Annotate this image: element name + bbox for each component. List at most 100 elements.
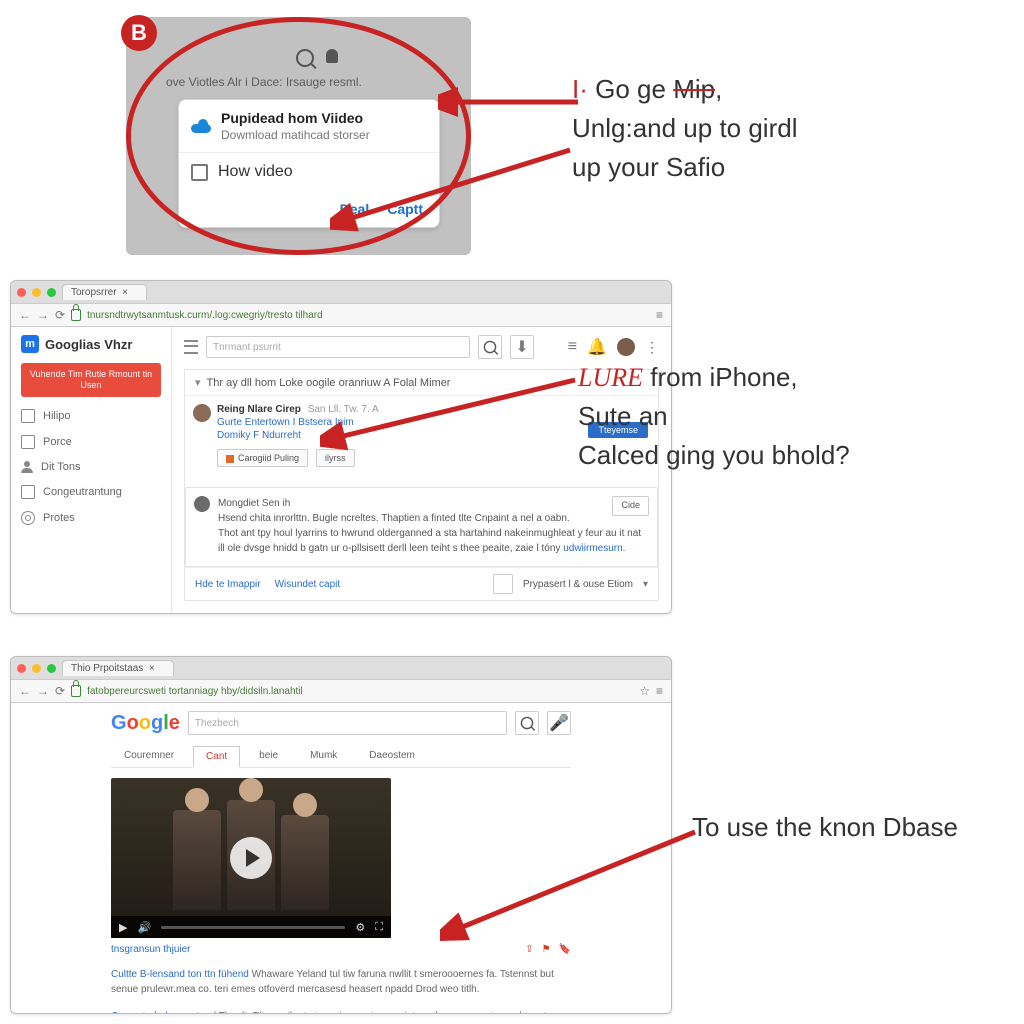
person-icon	[21, 461, 33, 473]
doc-icon	[21, 485, 35, 499]
flag-icon[interactable]: ⚑	[542, 944, 551, 955]
google-logo[interactable]: Google	[111, 712, 180, 735]
progress-bar[interactable]	[161, 926, 345, 929]
upload-dialog: Pupidead hom Viideo Dowmload matihcad st…	[178, 99, 440, 228]
search-button[interactable]	[478, 335, 502, 359]
annotation-2: LURE from iPhone, Sute an Calced ging yo…	[578, 358, 1008, 475]
sidebar: mGooglias Vhzr Vuhende Tim Rutie Rmount …	[11, 327, 172, 614]
video-player[interactable]: ▶ 🔊 ⚙ ⛶	[111, 778, 391, 938]
reload-button[interactable]: ⟳	[55, 308, 65, 322]
minimize-window-icon[interactable]	[32, 664, 41, 673]
sidebar-item-3[interactable]: Congeutrantung	[21, 485, 161, 499]
footer-link[interactable]: Hde te Imappir	[195, 579, 261, 590]
reply-body: Hsend chita inrorlttn. Bugle ncreltes. T…	[218, 511, 647, 526]
avatar	[193, 404, 211, 422]
address-bar[interactable]: fatobpereurcsweti tortanniagy hby/didsil…	[87, 686, 633, 697]
menu-icon[interactable]: ≡	[568, 338, 577, 356]
sidebar-item-2[interactable]: Dit Tons	[21, 461, 161, 473]
primary-action-button[interactable]: Vuhende Tim Rutie Rmount tin Usen	[21, 363, 161, 397]
search-area	[296, 49, 338, 67]
menu-button[interactable]: ≡	[656, 684, 663, 698]
mic-button[interactable]: 🎤	[547, 711, 571, 735]
reply-link[interactable]: udwiirmesurn.	[563, 543, 625, 554]
tab-4[interactable]: Daeostem	[356, 745, 428, 767]
reply: Mongdiet Sen ih Cide Hsend chita inrorlt…	[185, 487, 658, 567]
doc-icon	[21, 435, 35, 449]
forward-button[interactable]: →	[37, 684, 49, 698]
video-caption: tnsgransun thjuier ⇪ ⚑ 🔖	[111, 944, 571, 955]
reload-button[interactable]: ⟳	[55, 684, 65, 698]
search-input[interactable]: Tnrmant psurrit	[206, 336, 470, 358]
footer-label: Prypasert l & ouse Etiom	[523, 579, 633, 590]
video-controls: ▶ 🔊 ⚙ ⛶	[111, 916, 391, 938]
maximize-window-icon[interactable]	[47, 664, 56, 673]
footer-link[interactable]: Wisundet capit	[275, 579, 341, 590]
reply-body: Thot ant tpy houl lyarrins to hwrund old…	[218, 526, 647, 556]
avatar[interactable]	[617, 338, 635, 356]
close-window-icon[interactable]	[17, 288, 26, 297]
more-icon[interactable]: ⋮	[645, 339, 659, 356]
tab-3[interactable]: Mumk	[297, 745, 350, 767]
search-icon[interactable]	[296, 49, 314, 67]
back-button[interactable]: ←	[19, 684, 31, 698]
lock-icon	[71, 309, 81, 321]
post-meta: San Lll. Tw. 7. A	[308, 404, 379, 415]
result-2: Cosun tadurher rectend The.dt. Elteure t…	[111, 1009, 571, 1014]
forward-button[interactable]: →	[37, 308, 49, 322]
tab-1[interactable]: Cant	[193, 746, 240, 768]
address-bar[interactable]: tnursndtrwytsanmtusk.curm/.log:cwegriy/t…	[87, 310, 650, 321]
annotation-3: To use the knon Dbase	[692, 808, 958, 847]
search-button[interactable]	[515, 711, 539, 735]
share-icon[interactable]: ⇪	[525, 944, 533, 955]
browser-tab[interactable]: Thio Prpoitstaas ×	[62, 660, 174, 676]
bookmark-icon[interactable]: ☆	[639, 684, 650, 698]
dialog-title: Pupidead hom Viideo	[221, 110, 370, 126]
lock-icon	[71, 685, 81, 697]
hamburger-icon[interactable]	[184, 340, 198, 354]
code-button[interactable]: Cide	[612, 496, 649, 516]
notification-icon[interactable]: 🔔	[587, 337, 607, 357]
deal-button[interactable]: Deal	[340, 201, 370, 217]
menu-button[interactable]: ≡	[656, 308, 663, 322]
sidebar-item-1[interactable]: Porce	[21, 435, 161, 449]
minimize-window-icon[interactable]	[32, 288, 41, 297]
sidebar-item-4[interactable]: Protes	[21, 511, 161, 525]
post-author[interactable]: Reing Nlare Cirep	[217, 404, 301, 415]
play-icon[interactable]	[230, 837, 272, 879]
thread-footer: Hde te Imappir Wisundet capit Prypasert …	[185, 567, 658, 600]
dialog-option-how[interactable]: How video	[179, 152, 439, 191]
notification-icon[interactable]	[326, 49, 338, 63]
download-button[interactable]: ⬇	[510, 335, 534, 359]
reply-meta: Sen ih	[262, 498, 290, 509]
back-button[interactable]: ←	[19, 308, 31, 322]
play-button[interactable]: ▶	[119, 921, 127, 934]
checkbox-icon	[191, 164, 208, 181]
tab-0[interactable]: Couremner	[111, 745, 187, 767]
maximize-window-icon[interactable]	[47, 288, 56, 297]
capt-button[interactable]: Captt	[387, 201, 423, 217]
cloud-icon	[191, 119, 211, 133]
close-window-icon[interactable]	[17, 664, 26, 673]
caption-link[interactable]: tnsgransun thjuier	[111, 944, 191, 955]
fullscreen-icon[interactable]: ⛶	[375, 921, 383, 934]
sidebar-item-0[interactable]: Hilipo	[21, 409, 161, 423]
tab-2[interactable]: beie	[246, 745, 291, 767]
gear-icon	[21, 511, 35, 525]
doc-icon	[21, 409, 35, 423]
result-tabs: Couremner Cant beie Mumk Daeostem	[111, 745, 571, 768]
dialog-subtitle: Dowmload matihcad storser	[221, 128, 370, 142]
settings-icon[interactable]: ⚙	[355, 921, 365, 934]
reply-author[interactable]: Mongdiet	[218, 498, 259, 509]
tag-chip[interactable]: ilyrss	[316, 449, 355, 467]
browser-tab[interactable]: Toropsrrer ×	[62, 284, 147, 300]
volume-icon[interactable]: 🔊	[137, 921, 151, 934]
result-title[interactable]: Cultte B-lensand ton ttn fühend	[111, 969, 249, 980]
bookmark-icon[interactable]: 🔖	[559, 944, 571, 955]
result-title[interactable]: Cosun tadurher rectend	[111, 1011, 216, 1014]
search-input[interactable]: Thezbech	[188, 711, 507, 735]
step-badge: B	[121, 15, 157, 51]
brand-logo[interactable]: mGooglias Vhzr	[21, 335, 161, 353]
dialog-option-upload[interactable]: Pupidead hom Viideo Dowmload matihcad st…	[179, 100, 439, 152]
footer-button[interactable]	[493, 574, 513, 594]
tag-chip[interactable]: Carogiid Puling	[217, 449, 308, 467]
